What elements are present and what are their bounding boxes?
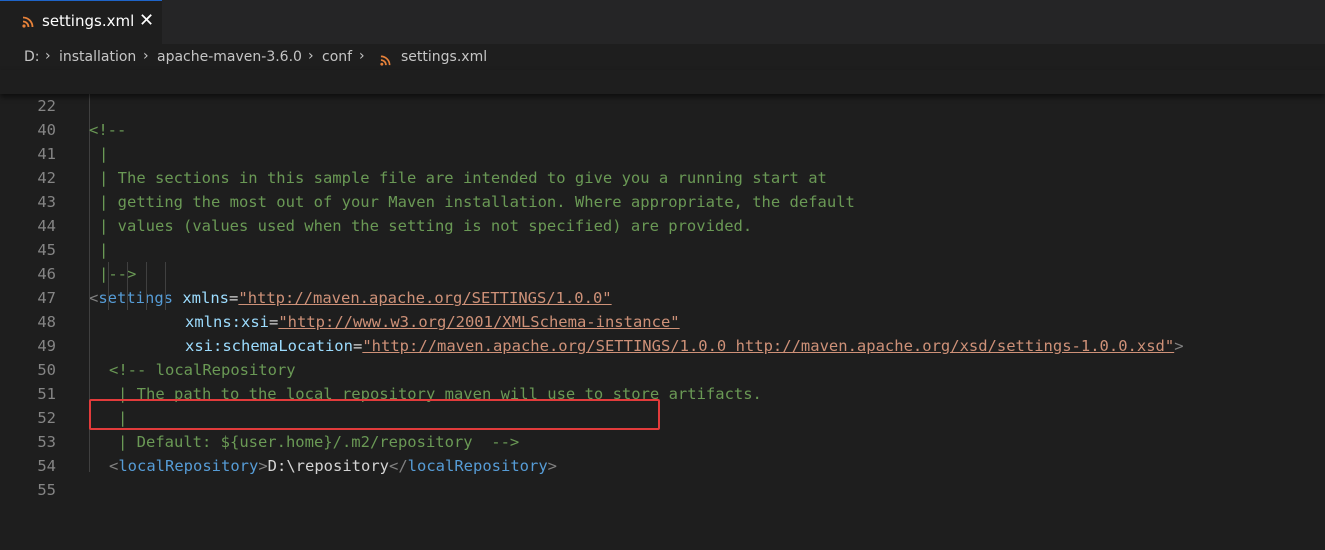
- chevron-right-icon: ›: [143, 48, 149, 64]
- close-icon[interactable]: ✕: [139, 10, 154, 31]
- line-number: 55: [37, 481, 56, 499]
- chevron-right-icon: ›: [359, 48, 365, 64]
- sticky-scroll-line[interactable]: 22 <!--: [0, 70, 1325, 139]
- code-line[interactable]: 40 |: [0, 94, 1325, 163]
- indent-guide: [108, 262, 109, 310]
- indent-guide: [165, 262, 166, 310]
- rss-file-icon: [380, 55, 391, 66]
- indent-guide: [146, 262, 147, 310]
- code-line[interactable]: 42 | getting the most out of your Maven …: [0, 142, 1325, 211]
- code-line[interactable]: 46 <settings xmlns="http://maven.apache.…: [0, 238, 1325, 307]
- breadcrumb-item-drive[interactable]: D:: [24, 49, 40, 65]
- line-number: 22: [37, 97, 56, 115]
- breadcrumb-item-installation[interactable]: installation: [59, 49, 136, 65]
- highlight-annotation-box: [89, 399, 660, 430]
- code-line[interactable]: 50 | The path to the local repository ma…: [0, 334, 1325, 403]
- tab-label: settings.xml: [42, 12, 135, 30]
- indent-guide: [127, 262, 128, 310]
- code-line[interactable]: 45 |-->: [0, 214, 1325, 283]
- code-line[interactable]: 54: [0, 430, 1325, 475]
- code-line[interactable]: 49 <!-- localRepository: [0, 310, 1325, 379]
- code-line[interactable]: 55: [0, 454, 1325, 499]
- tab-bar: settings.xml ✕: [0, 0, 1325, 44]
- breadcrumb-item-conf[interactable]: conf: [322, 49, 352, 65]
- breadcrumb-item-settings-xml[interactable]: settings.xml: [401, 49, 487, 65]
- code-line[interactable]: 41 | The sections in this sample file ar…: [0, 118, 1325, 187]
- tab-settings-xml[interactable]: settings.xml ✕: [0, 0, 162, 44]
- breadcrumb-item-apache-maven[interactable]: apache-maven-3.6.0: [157, 49, 302, 65]
- code-line[interactable]: 51 |: [0, 358, 1325, 427]
- chevron-right-icon: ›: [45, 48, 51, 64]
- chevron-right-icon: ›: [308, 48, 314, 64]
- code-line[interactable]: 47 xmlns:xsi="http://www.w3.org/2001/XML…: [0, 262, 1325, 331]
- rss-file-icon: [22, 16, 34, 28]
- code-line[interactable]: 43 | values (values used when the settin…: [0, 166, 1325, 235]
- code-text: <!--: [89, 121, 127, 139]
- code-line[interactable]: 44 |: [0, 190, 1325, 259]
- code-line[interactable]: 48 xsi:schemaLocation="http://maven.apac…: [0, 286, 1325, 355]
